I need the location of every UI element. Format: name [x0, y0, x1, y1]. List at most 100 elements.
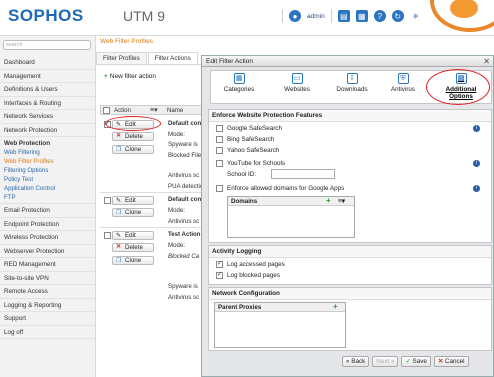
edit-icon: ✎ — [116, 197, 122, 204]
sidebar-item-wireless-protection[interactable]: Wireless Protection — [0, 231, 95, 245]
tool-downloads[interactable]: ⇩ Downloads — [331, 73, 373, 101]
action-detail: Antivirus sc — [168, 172, 200, 179]
sidebar-item-endpoint-protection[interactable]: Endpoint Protection — [0, 218, 95, 231]
next-icon: » — [390, 358, 395, 365]
edit-label: Edit — [125, 197, 136, 204]
next-label: Next — [376, 358, 390, 365]
row-divider — [100, 192, 206, 193]
sidebar-item-definitions[interactable]: Definitions & Users — [0, 83, 95, 97]
tool-label: Categories — [223, 86, 255, 93]
tool-label: Downloads — [336, 86, 368, 93]
school-id-input[interactable] — [271, 169, 335, 179]
next-button[interactable]: Next » — [372, 356, 399, 367]
info-icon[interactable]: i — [473, 160, 480, 167]
clone-icon: ❐ — [116, 209, 122, 216]
add-domain-icon[interactable]: + — [326, 196, 331, 205]
cancel-button[interactable]: ✕ Cancel — [433, 356, 469, 367]
edit-label: Edit — [125, 232, 136, 239]
reload-icon[interactable]: ↻ — [391, 10, 404, 22]
save-button[interactable]: ✓ Save — [401, 356, 431, 367]
username[interactable]: admin — [307, 13, 325, 20]
edit-button[interactable]: ✎ Edit — [112, 231, 154, 240]
sidebar-subitem-ftp[interactable]: FTP — [0, 193, 95, 204]
clone-button[interactable]: ❐ Clone — [112, 208, 154, 217]
sidebar-subitem-policy-test[interactable]: Policy Test — [0, 175, 95, 184]
tab-filter-profiles[interactable]: Filter Profiles — [96, 52, 147, 64]
yahoo-safesearch-checkbox[interactable] — [216, 147, 223, 154]
edit-button[interactable]: ✎ Edit — [112, 196, 154, 205]
sidebar-item-support[interactable]: Support — [0, 312, 95, 326]
document-icon[interactable]: ▦ — [355, 10, 368, 22]
tool-label: Websites — [284, 86, 310, 93]
back-button[interactable]: « Back — [342, 356, 370, 367]
youtube-schools-checkbox[interactable] — [216, 160, 223, 167]
clone-button[interactable]: ❐ Clone — [112, 145, 154, 154]
tool-categories[interactable]: ▦ Categories — [219, 73, 259, 101]
row-checkbox[interactable] — [104, 197, 111, 204]
log-blocked-checkbox[interactable]: ✓ — [216, 272, 223, 279]
log-accessed-checkbox[interactable]: ✓ — [216, 261, 223, 268]
edit-icon: ✎ — [116, 232, 122, 239]
sidebar-item-red-management[interactable]: RED Management — [0, 258, 95, 272]
sidebar-item-log-off[interactable]: Log off — [0, 326, 95, 339]
divider — [282, 9, 283, 23]
clone-label: Clone — [125, 146, 142, 153]
sidebar-item-dashboard[interactable]: Dashboard — [0, 56, 95, 70]
sidebar-item-web-protection[interactable]: Web Protection — [0, 137, 95, 148]
add-proxy-icon[interactable]: + — [333, 302, 338, 311]
brand-logo: SOPHOS — [8, 6, 84, 25]
action-detail: Spyware is — [168, 141, 198, 148]
filter-actions-list: + New filter action Action ≡▾ Name ✓ ✎ Edi… — [96, 64, 207, 377]
tool-antivirus[interactable]: ⛨ Antivirus — [383, 73, 423, 101]
table-header: Action ≡▾ Name — [100, 105, 206, 115]
sidebar-subitem-web-filter-profiles[interactable]: Web Filter Profiles — [0, 157, 95, 166]
action-detail: Mode: — [168, 131, 185, 138]
section-title: Network Configuration — [209, 288, 491, 300]
row-divider — [100, 227, 206, 228]
user-icon[interactable]: ● — [289, 10, 301, 22]
google-safesearch-checkbox[interactable] — [216, 125, 223, 132]
sidebar-item-email-protection[interactable]: Email Protection — [0, 204, 95, 218]
parent-proxies-header: Parent Proxies + — [215, 302, 345, 312]
sidebar-subitem-filtering-options[interactable]: Filtering Options — [0, 166, 95, 175]
close-icon[interactable]: ✕ — [483, 57, 490, 66]
sophos-decoration-icon — [430, 0, 494, 32]
info-icon[interactable]: i — [473, 125, 480, 132]
action-name: Test Action — [168, 231, 201, 238]
sidebar-item-site-to-site-vpn[interactable]: Site-to-site VPN — [0, 272, 95, 285]
sidebar-item-network-protection[interactable]: Network Protection — [0, 124, 95, 137]
loading-spinner-icon: ✳ — [409, 10, 422, 22]
search-input[interactable]: search — [3, 40, 91, 50]
bing-safesearch-checkbox[interactable] — [216, 136, 223, 143]
sidebar-item-interfaces[interactable]: Interfaces & Routing — [0, 97, 95, 110]
delete-button[interactable]: ✕ Delete — [112, 132, 154, 141]
delete-icon: ✕ — [116, 132, 122, 139]
network-configuration-section: Network Configuration Parent Proxies + — [208, 287, 492, 351]
info-icon[interactable]: i — [473, 185, 480, 192]
help-icon[interactable]: ? — [373, 10, 386, 22]
highlight-circle — [105, 116, 161, 131]
yahoo-safesearch-label: Yahoo SafeSearch — [227, 147, 280, 154]
tab-filter-actions[interactable]: Filter Actions — [147, 52, 198, 64]
sidebar-item-remote-access[interactable]: Remote Access — [0, 285, 95, 299]
sidebar-item-network-services[interactable]: Network Services — [0, 110, 95, 124]
delete-button[interactable]: ✕ Delete — [112, 243, 154, 252]
check-icon: ✓ — [405, 358, 411, 365]
sidebar-subitem-application-control[interactable]: Application Control — [0, 184, 95, 193]
sidebar-item-management[interactable]: Management — [0, 70, 95, 83]
domains-list: Domains + ≡▾ — [227, 196, 355, 238]
cancel-icon: ✕ — [437, 358, 444, 365]
column-menu-icon[interactable]: ≡▾ — [150, 106, 158, 114]
select-all-checkbox[interactable] — [103, 107, 110, 114]
row-checkbox[interactable] — [104, 232, 111, 239]
sidebar-item-webserver-protection[interactable]: Webserver Protection — [0, 245, 95, 258]
list-menu-icon[interactable]: ≡▾ — [338, 197, 345, 205]
enforce-domains-checkbox[interactable] — [216, 185, 223, 192]
clone-button[interactable]: ❐ Clone — [112, 256, 154, 265]
clipboard-icon[interactable]: ▤ — [337, 10, 350, 22]
tool-websites[interactable]: ▭ Websites — [279, 73, 315, 101]
sidebar-item-logging-reporting[interactable]: Logging & Reporting — [0, 299, 95, 312]
new-filter-action-button[interactable]: + New filter action — [104, 73, 156, 80]
sidebar-subitem-web-filtering[interactable]: Web Filtering — [0, 148, 95, 157]
log-blocked-label: Log blocked pages — [227, 272, 280, 279]
